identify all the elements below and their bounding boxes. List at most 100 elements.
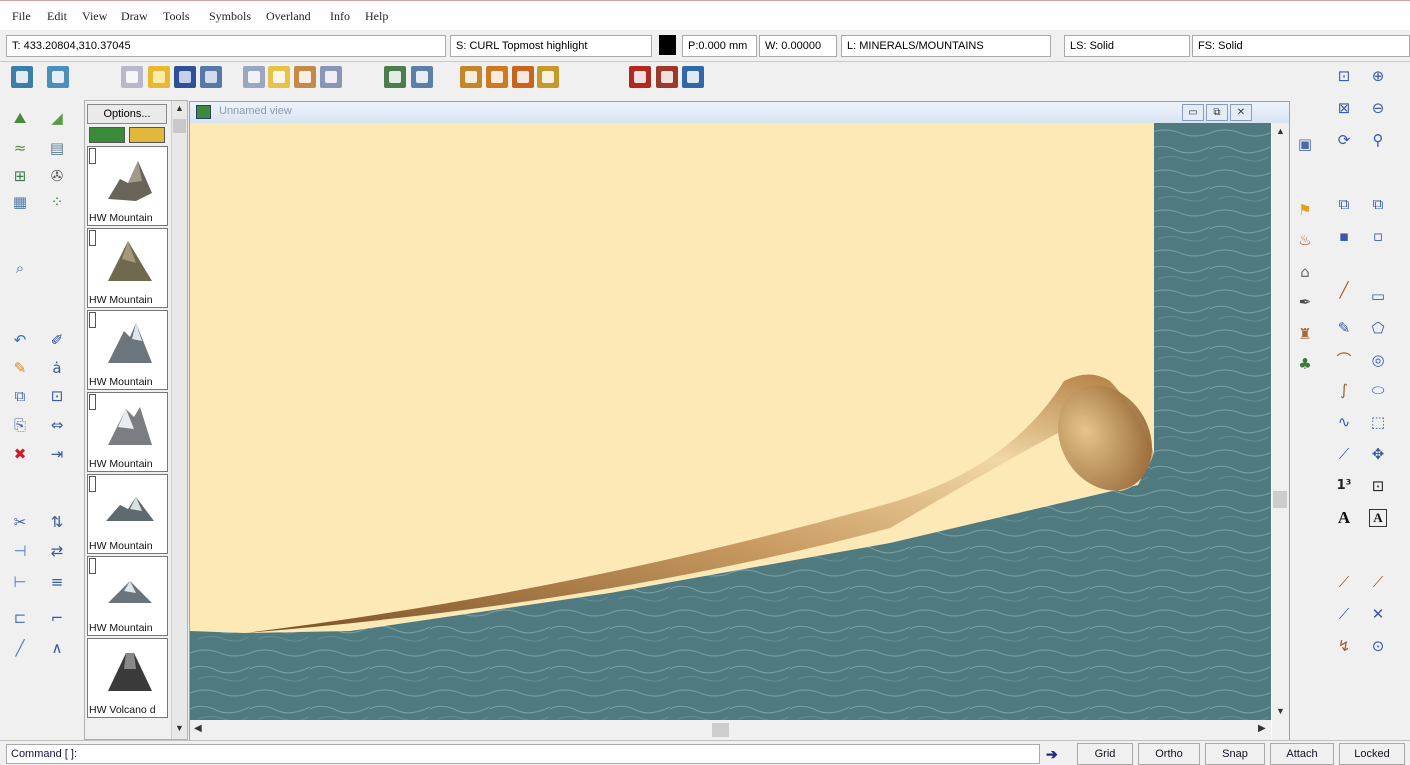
polyline-icon[interactable]: ⟋ xyxy=(1332,442,1356,466)
paste-icon[interactable]: ⎘ xyxy=(8,413,32,437)
grid-icon[interactable]: ⊞ xyxy=(8,164,32,188)
paste-special-icon[interactable] xyxy=(243,66,265,88)
line-edit-icon[interactable]: ⟋ xyxy=(1332,602,1356,626)
grid-button[interactable]: Grid xyxy=(1077,743,1133,765)
line-style-field[interactable]: LS: Solid xyxy=(1064,35,1190,57)
circle-point-icon[interactable]: ⊙ xyxy=(1366,634,1390,658)
chevron-left-icon[interactable]: ◀ xyxy=(194,723,202,734)
text-a-icon[interactable]: A xyxy=(1332,506,1356,530)
arc-icon[interactable]: ⌒ xyxy=(1332,348,1356,372)
plugin-icon[interactable] xyxy=(384,66,406,88)
pen-line-icon[interactable]: ⟋ xyxy=(1366,570,1390,594)
sheet-remove-icon[interactable] xyxy=(512,66,534,88)
trim-icon[interactable]: ✂ xyxy=(8,510,32,534)
map-canvas[interactable] xyxy=(190,123,1271,720)
effect-c-icon[interactable] xyxy=(682,66,704,88)
effect-a-icon[interactable] xyxy=(629,66,651,88)
poly-icon[interactable]: ⬠ xyxy=(1366,316,1390,340)
horizontal-scroll-thumb[interactable] xyxy=(712,723,729,737)
measure-icon[interactable]: ↯ xyxy=(1332,634,1356,658)
menu-info[interactable]: Info xyxy=(330,9,350,24)
attach-button[interactable]: Attach xyxy=(1270,743,1334,765)
cake-icon[interactable]: ♨ xyxy=(1293,228,1317,252)
sheet-tool-icon[interactable] xyxy=(460,66,482,88)
extend-icon[interactable]: ⇥ xyxy=(45,442,69,466)
new-file-icon[interactable] xyxy=(121,66,143,88)
tools-icon[interactable]: ✇ xyxy=(45,164,69,188)
zoom-window-icon[interactable]: ⊡ xyxy=(1332,64,1356,88)
frame-icon[interactable]: ⌐ xyxy=(45,606,69,630)
house-icon[interactable]: ⌂ xyxy=(1293,260,1317,284)
export-icon[interactable] xyxy=(320,66,342,88)
spline-icon[interactable]: ∿ xyxy=(1332,410,1356,434)
close-button[interactable]: ✕ xyxy=(1230,104,1252,121)
catalog-new-icon[interactable] xyxy=(89,127,125,143)
pen-field[interactable]: P:0.000 mm xyxy=(682,35,757,57)
chevron-right-icon[interactable]: ▶ xyxy=(1258,723,1266,734)
symbol-item[interactable]: HW Mountain xyxy=(87,392,168,472)
group-icon[interactable]: ⊡ xyxy=(45,384,69,408)
text-icon[interactable]: ȧ xyxy=(45,356,69,380)
map-nav-icon[interactable] xyxy=(47,66,69,88)
delete-icon[interactable]: ✖ xyxy=(8,442,32,466)
catalog-scrollbar[interactable]: ▲ ▼ xyxy=(171,101,187,739)
sheet-field[interactable]: S: CURL Topmost highlight xyxy=(450,35,652,57)
redraw-icon[interactable]: ⟳ xyxy=(1332,128,1356,152)
command-input[interactable]: Command [ ]: xyxy=(6,744,1040,764)
box-icon[interactable]: ⬚ xyxy=(1366,410,1390,434)
sheet-list-icon[interactable] xyxy=(537,66,559,88)
chevron-down-icon[interactable]: ▼ xyxy=(175,723,184,733)
menu-edit[interactable]: Edit xyxy=(47,9,67,24)
window-titlebar[interactable]: Unnamed view ▭ ⧉ ✕ xyxy=(190,102,1289,123)
insert-icon[interactable] xyxy=(268,66,290,88)
pen-tool-icon[interactable]: ✎ xyxy=(1332,316,1356,340)
shape-icon[interactable]: ✥ xyxy=(1366,442,1390,466)
curve-icon[interactable]: ∫ xyxy=(1332,378,1356,402)
zoom-out-icon[interactable]: ⊖ xyxy=(1366,96,1390,120)
flag-icon[interactable]: ⚑ xyxy=(1293,198,1317,222)
map-vertical-scrollbar[interactable]: ▲ ▼ xyxy=(1272,123,1289,720)
color-swatch[interactable] xyxy=(659,35,676,55)
print-icon[interactable] xyxy=(200,66,222,88)
fill-style-field[interactable]: FS: Solid xyxy=(1192,35,1410,57)
menu-overland[interactable]: Overland xyxy=(266,9,311,24)
ortho-button[interactable]: Ortho xyxy=(1138,743,1200,765)
chevron-up-icon[interactable]: ▲ xyxy=(1276,126,1285,136)
minimize-button[interactable]: ▭ xyxy=(1182,104,1204,121)
castle-icon[interactable]: ♜ xyxy=(1293,322,1317,346)
layers-icon[interactable]: ▤ xyxy=(45,136,69,160)
options-button[interactable]: Options... xyxy=(87,104,167,124)
menu-help[interactable]: Help xyxy=(365,9,388,24)
vertical-scroll-thumb[interactable] xyxy=(1273,491,1287,508)
symbol-item[interactable]: HW Mountain xyxy=(87,228,168,308)
explode-icon[interactable]: ⊏ xyxy=(8,606,32,630)
catalog-scroll-thumb[interactable] xyxy=(173,119,186,133)
command-enter-icon[interactable]: ➔ xyxy=(1046,745,1072,763)
zoom-extents-icon[interactable]: ⊠ xyxy=(1332,96,1356,120)
text-box-icon[interactable]: A xyxy=(1369,509,1387,527)
back-icon[interactable]: ▫ xyxy=(1366,224,1390,248)
map-zoom-icon[interactable]: ≈ xyxy=(8,136,32,160)
import-icon[interactable] xyxy=(294,66,316,88)
rect-icon[interactable]: ▭ xyxy=(1366,284,1390,308)
sheet-add-icon[interactable] xyxy=(486,66,508,88)
move-icon[interactable]: ⇔ xyxy=(45,413,69,437)
menu-draw[interactable]: Draw xyxy=(121,9,148,24)
undo-icon[interactable]: ↶ xyxy=(8,328,32,352)
chevron-up-icon[interactable]: ▲ xyxy=(175,103,184,113)
circle-icon[interactable]: ◎ xyxy=(1366,348,1390,372)
menu-file[interactable]: File xyxy=(12,9,31,24)
open-folder-icon[interactable] xyxy=(148,66,170,88)
sort-icon[interactable]: ⇅ xyxy=(45,510,69,534)
symbol-item[interactable]: HW Mountain xyxy=(87,556,168,636)
effect-b-icon[interactable] xyxy=(656,66,678,88)
find-icon[interactable]: ⌕ xyxy=(8,256,32,280)
symbol-item[interactable]: HW Mountain xyxy=(87,146,168,226)
map-settings-icon[interactable]: ▣ xyxy=(1293,132,1317,156)
save-icon[interactable] xyxy=(174,66,196,88)
menu-tools[interactable]: Tools xyxy=(163,9,190,24)
cross-icon[interactable]: ✕ xyxy=(1366,602,1390,626)
snap-button[interactable]: Snap xyxy=(1205,743,1265,765)
ellipse-icon[interactable]: ⬭ xyxy=(1366,378,1390,402)
break-icon[interactable]: ⊣ xyxy=(8,539,32,563)
